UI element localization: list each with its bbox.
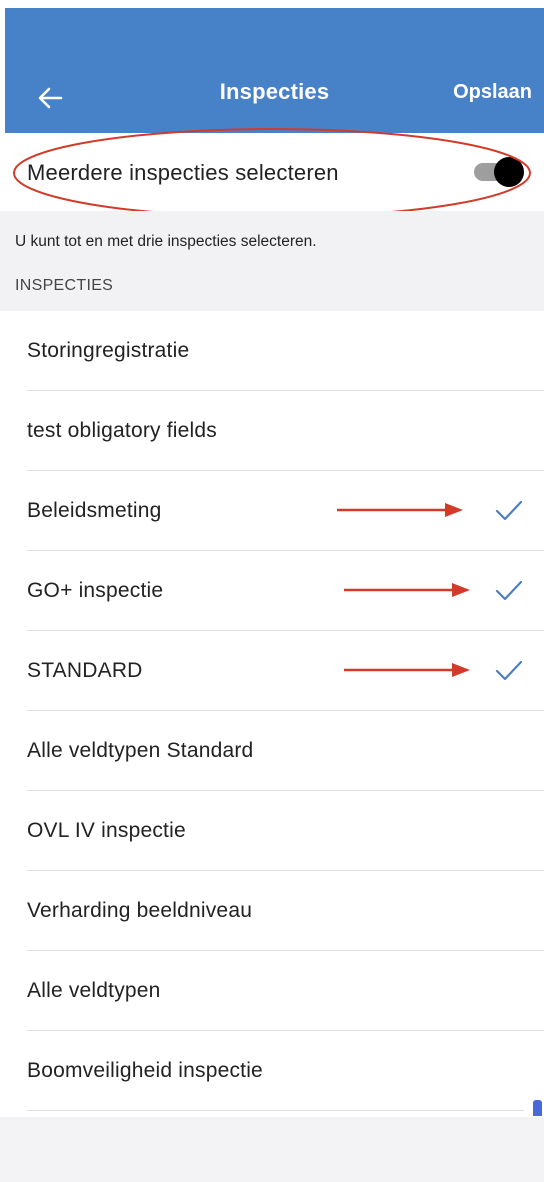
info-text: U kunt tot en met drie inspecties select… xyxy=(15,233,317,250)
divider xyxy=(27,1110,524,1111)
multi-select-label: Meerdere inspecties selecteren xyxy=(27,160,339,185)
annotation-arrow-icon xyxy=(344,662,472,683)
list-item-label: Storingregistratie xyxy=(27,339,190,362)
checkmark-icon xyxy=(494,499,524,528)
list-item[interactable]: Beleidsmeting xyxy=(0,471,544,551)
annotation-arrow-icon xyxy=(337,502,465,523)
annotation-arrow-icon xyxy=(344,582,472,603)
checkmark-icon xyxy=(494,579,524,608)
scroll-indicator[interactable] xyxy=(533,1100,542,1116)
list-item-label: STANDARD xyxy=(27,659,143,682)
list-item[interactable]: GO+ inspectie xyxy=(0,551,544,631)
multi-select-switch[interactable] xyxy=(472,156,528,188)
list-item-label: Beleidsmeting xyxy=(27,499,162,522)
list-item-label: OVL IV inspectie xyxy=(27,819,186,842)
list-item[interactable]: STANDARD xyxy=(0,631,544,711)
status-bar-area xyxy=(0,0,544,8)
list-item-label: Alle veldtypen xyxy=(27,979,161,1002)
list-item-label: GO+ inspectie xyxy=(27,579,164,602)
app-bar: Inspecties Opslaan xyxy=(5,8,544,133)
inspection-list: Storingregistratie test obligatory field… xyxy=(0,311,544,1111)
list-item-label: Alle veldtypen Standard xyxy=(27,739,254,762)
list-item[interactable]: Storingregistratie xyxy=(0,311,544,391)
list-item[interactable]: OVL IV inspectie xyxy=(0,791,544,871)
list-item[interactable]: test obligatory fields xyxy=(0,391,544,471)
list-item[interactable]: Alle veldtypen xyxy=(0,951,544,1031)
checkmark-icon xyxy=(494,659,524,688)
multi-select-row[interactable]: Meerdere inspecties selecteren xyxy=(0,133,544,211)
list-item[interactable]: Boomveiligheid inspectie xyxy=(0,1031,544,1111)
list-item-label: test obligatory fields xyxy=(27,419,217,442)
list-item[interactable]: Verharding beeldniveau xyxy=(0,871,544,951)
save-button[interactable]: Opslaan xyxy=(453,81,532,104)
section-header: INSPECTIES xyxy=(15,277,114,294)
bottom-bar xyxy=(0,1117,544,1182)
list-item-label: Verharding beeldniveau xyxy=(27,899,253,922)
list-item-label: Boomveiligheid inspectie xyxy=(27,1059,263,1082)
list-item[interactable]: Alle veldtypen Standard xyxy=(0,711,544,791)
switch-thumb xyxy=(494,157,524,187)
info-section: U kunt tot en met drie inspecties select… xyxy=(0,211,544,311)
